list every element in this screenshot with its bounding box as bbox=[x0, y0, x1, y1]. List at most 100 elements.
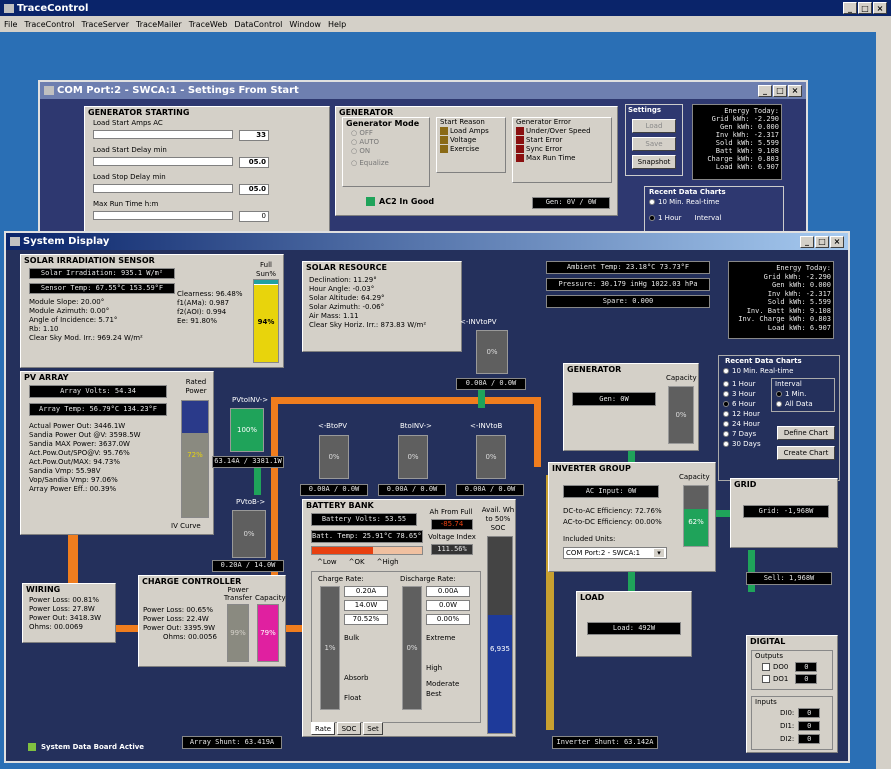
radio-icon[interactable] bbox=[723, 368, 729, 374]
error-sync: Sync Error bbox=[526, 145, 563, 153]
scrollbar[interactable] bbox=[876, 32, 891, 769]
inputs-group: Inputs DI0: 0 DI1: 0 DI2: 0 bbox=[751, 696, 833, 750]
pvtoinv-label: PVtoINV-> bbox=[232, 396, 269, 404]
gen-capacity-meter: 0% bbox=[668, 386, 694, 444]
grid-readout: Grid: -1,968W bbox=[743, 505, 829, 518]
gen-readout: Gen: 0V / 0W bbox=[532, 197, 610, 209]
mode-off[interactable]: ○ OFF bbox=[343, 129, 429, 138]
menu-file[interactable]: File bbox=[4, 20, 17, 29]
close-icon[interactable]: × bbox=[788, 84, 802, 97]
pipe bbox=[534, 397, 541, 467]
menu-tracemailer[interactable]: TraceMailer bbox=[136, 20, 182, 29]
info-line: Sandia MAX Power: 3637.0W bbox=[29, 440, 130, 448]
menu-traceserver[interactable]: TraceServer bbox=[82, 20, 129, 29]
slider[interactable] bbox=[93, 157, 233, 166]
do-label: DO1 bbox=[773, 674, 789, 683]
menu-window[interactable]: Window bbox=[289, 20, 321, 29]
energy-line: Load kWh: 6.907 bbox=[767, 323, 831, 332]
menu-traceweb[interactable]: TraceWeb bbox=[189, 20, 228, 29]
radio-icon[interactable] bbox=[723, 391, 729, 397]
solar-res-title: SOLAR RESOURCE bbox=[306, 263, 387, 272]
minimize-icon[interactable]: _ bbox=[758, 84, 772, 97]
pvtoinv-readout: 63.14A / 3381.1W bbox=[212, 456, 284, 468]
load-button[interactable]: Load bbox=[632, 119, 676, 133]
info-line: Module Azimuth: 0.00° bbox=[29, 307, 110, 315]
minimize-icon[interactable]: _ bbox=[843, 2, 857, 14]
units-select[interactable]: COM Port:2 - SWCA:1 ▾ bbox=[563, 547, 667, 559]
radio-icon[interactable] bbox=[776, 391, 782, 397]
chevron-down-icon[interactable]: ▾ bbox=[654, 549, 664, 557]
value-field[interactable]: 05.0 bbox=[239, 157, 269, 168]
maximize-icon[interactable]: □ bbox=[773, 84, 787, 97]
interval-label: Interval bbox=[694, 214, 722, 222]
radio-icon[interactable] bbox=[723, 441, 729, 447]
slider[interactable] bbox=[93, 211, 233, 220]
slider[interactable] bbox=[93, 184, 233, 193]
pipe bbox=[271, 397, 541, 404]
charge-state: Bulk bbox=[344, 634, 360, 642]
radio-label: 1 Min. bbox=[785, 390, 807, 398]
energy-line: Energy Today: bbox=[724, 107, 779, 115]
maximize-icon[interactable]: □ bbox=[815, 235, 829, 248]
ac-dc-efficiency: AC-to-DC Efficiency: 00.00% bbox=[563, 518, 662, 526]
info-line: Sandia Vmp: 55.98V bbox=[29, 467, 101, 475]
value-field[interactable]: 05.0 bbox=[239, 184, 269, 195]
status-indicator: System Data Board Active bbox=[28, 743, 144, 751]
menu-tracecontrol[interactable]: TraceControl bbox=[24, 20, 74, 29]
rated-power-value: 72% bbox=[187, 451, 203, 459]
radio-icon[interactable] bbox=[723, 431, 729, 437]
energy-line: Sold kWh: 5.599 bbox=[715, 139, 779, 147]
pipe bbox=[748, 550, 755, 592]
slider[interactable] bbox=[93, 130, 233, 139]
tab-set[interactable]: Set bbox=[363, 722, 383, 735]
voltage-index-bar bbox=[311, 546, 423, 555]
avail-wh-fill bbox=[488, 615, 512, 733]
charge-rate-meter: 1% bbox=[320, 586, 340, 710]
checkbox[interactable] bbox=[762, 675, 770, 683]
load-readout: Load: 492W bbox=[587, 622, 681, 635]
settings-recent-charts: Recent Data Charts 10 Min. Real-time 1 H… bbox=[644, 186, 784, 236]
close-icon[interactable]: × bbox=[830, 235, 844, 248]
row-label: Load Start Delay min bbox=[93, 146, 167, 154]
invtopv-meter: 0% bbox=[476, 330, 508, 374]
radio-icon[interactable] bbox=[723, 381, 729, 387]
create-chart-button[interactable]: Create Chart bbox=[777, 446, 835, 460]
wiring-panel: WIRING Power Loss: 00.81% Power Loss: 27.… bbox=[22, 583, 116, 643]
menu-bar: File TraceControl TraceServer TraceMaile… bbox=[0, 16, 891, 32]
radio-label: 12 Hour bbox=[732, 410, 760, 418]
value-field[interactable]: 0 bbox=[239, 211, 269, 222]
system-title: System Display bbox=[23, 236, 110, 247]
maximize-icon[interactable]: □ bbox=[858, 2, 872, 14]
mode-auto[interactable]: ○ AUTO bbox=[343, 138, 429, 147]
row-label: Load Stop Delay min bbox=[93, 173, 166, 181]
checkbox[interactable] bbox=[762, 663, 770, 671]
value-field[interactable]: 33 bbox=[239, 130, 269, 141]
btoinv-meter: 0% bbox=[398, 435, 428, 479]
array-temp-readout: Array Temp: 56.79°C 134.23°F bbox=[29, 403, 167, 416]
mode-on[interactable]: ○ ON bbox=[343, 147, 429, 156]
scale-ok: ^OK bbox=[348, 558, 365, 566]
minimize-icon[interactable]: _ bbox=[800, 235, 814, 248]
iv-curve-button[interactable]: IV Curve bbox=[171, 522, 201, 531]
radio-icon[interactable] bbox=[723, 421, 729, 427]
menu-help[interactable]: Help bbox=[328, 20, 346, 29]
radio-icon[interactable] bbox=[649, 215, 655, 221]
btopv-readout: 0.00A / 0.0W bbox=[300, 484, 368, 496]
mode-equalize[interactable]: ○ Equalize bbox=[343, 159, 429, 168]
info-line: Power Out: 3418.3W bbox=[29, 614, 102, 622]
tab-soc[interactable]: SOC bbox=[337, 722, 361, 735]
radio-icon[interactable] bbox=[649, 199, 655, 205]
save-button[interactable]: Save bbox=[632, 137, 676, 151]
row-label: Max Run Time h:m bbox=[93, 200, 159, 208]
define-chart-button[interactable]: Define Chart bbox=[777, 426, 835, 440]
capacity-label: Capacity bbox=[679, 473, 710, 481]
menu-datacontrol[interactable]: DataControl bbox=[234, 20, 282, 29]
radio-icon[interactable] bbox=[723, 411, 729, 417]
snapshot-button[interactable]: Snapshot bbox=[632, 155, 676, 169]
tab-rate[interactable]: Rate bbox=[311, 722, 335, 735]
radio-icon[interactable] bbox=[723, 401, 729, 407]
radio-icon[interactable] bbox=[776, 401, 782, 407]
discharge-state: Best bbox=[426, 690, 442, 698]
close-icon[interactable]: × bbox=[873, 2, 887, 14]
solar-resource-panel: SOLAR RESOURCE Declination: 11.29° Hour A… bbox=[302, 261, 462, 352]
